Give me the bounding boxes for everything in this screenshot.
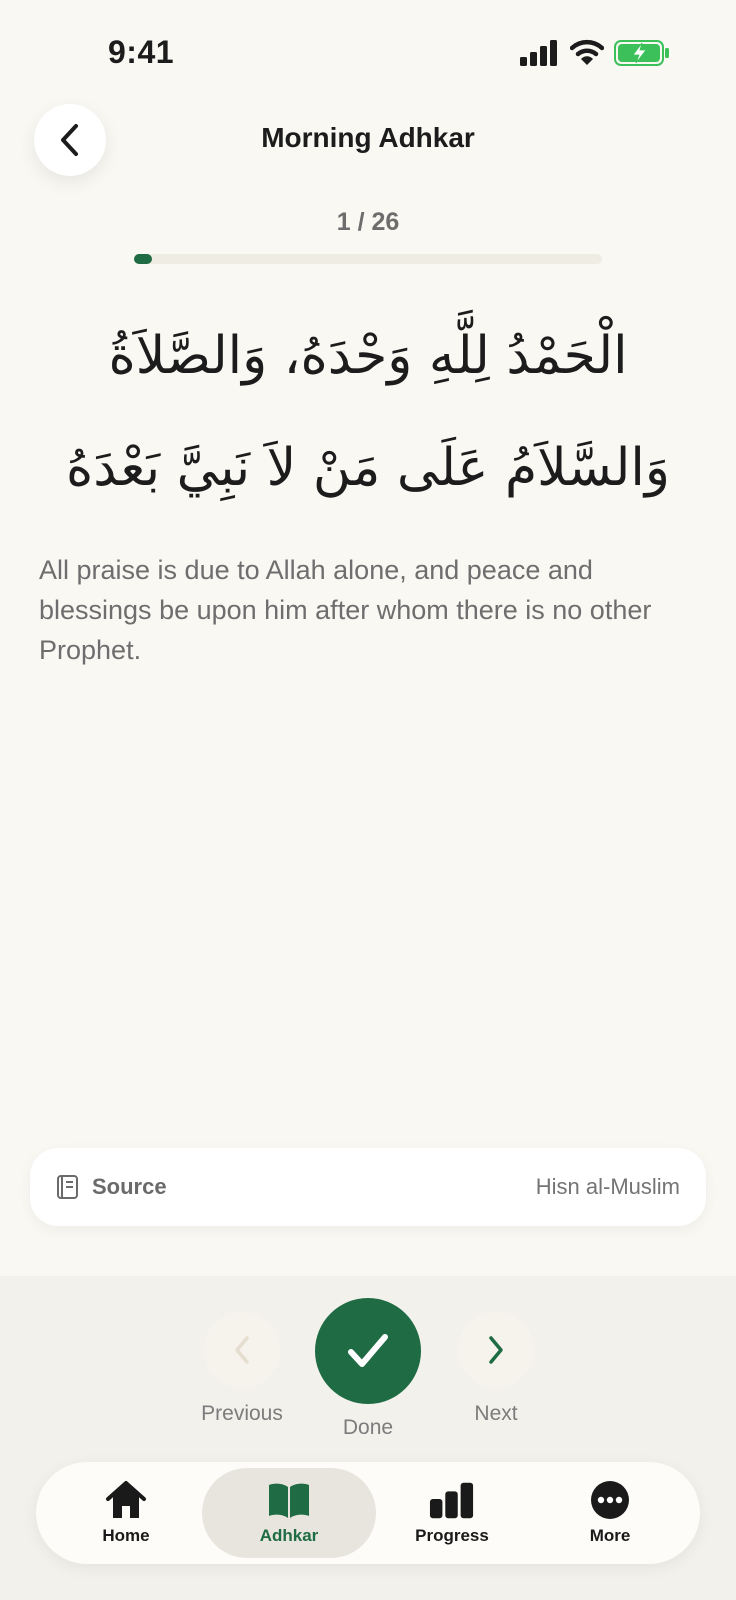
done-button[interactable] [315, 1298, 421, 1404]
progress-bar-fill [134, 254, 152, 264]
tab-more[interactable]: More [536, 1468, 684, 1558]
next-button[interactable] [458, 1312, 534, 1388]
tab-bar: Home Adhkar Progress More [36, 1462, 700, 1564]
done-label: Done [342, 1416, 394, 1439]
source-card: Source Hisn al-Muslim [30, 1148, 706, 1226]
progress-counter: 1 / 26 [336, 208, 400, 236]
chevron-left-icon [235, 1336, 249, 1364]
wifi-icon [570, 39, 604, 65]
book-icon [57, 1175, 78, 1199]
chevron-right-icon [489, 1336, 503, 1364]
tab-progress[interactable]: Progress [378, 1468, 526, 1558]
tab-label: Home [102, 1526, 150, 1545]
home-icon [103, 1480, 149, 1520]
tab-label: Progress [415, 1526, 489, 1545]
book-icon [266, 1480, 312, 1520]
checkmark-icon [348, 1334, 388, 1367]
translation-text: All praise is due to Allah alone, and pe… [39, 555, 652, 665]
page-title: Morning Adhkar [261, 122, 475, 153]
progress-bar [134, 254, 602, 264]
previous-button[interactable] [204, 1312, 280, 1388]
bar-chart-icon [429, 1480, 475, 1520]
source-label: Source [92, 1174, 167, 1199]
arabic-dhikr-text: الْحَمْدُ لِلَّهِ وَحْدَهُ، وَالصَّلاَةُ… [66, 326, 670, 498]
tab-adhkar[interactable]: Adhkar [202, 1468, 376, 1558]
tab-label: Adhkar [259, 1526, 319, 1545]
next-label: Next [474, 1402, 518, 1425]
status-time: 9:41 [108, 34, 175, 70]
previous-label: Previous [201, 1402, 283, 1425]
battery-charging-icon [614, 40, 669, 66]
cellular-signal-icon [520, 40, 557, 66]
source-value: Hisn al-Muslim [535, 1174, 680, 1199]
tab-home[interactable]: Home [52, 1468, 200, 1558]
tab-label: More [589, 1526, 631, 1545]
more-icon [587, 1480, 633, 1520]
